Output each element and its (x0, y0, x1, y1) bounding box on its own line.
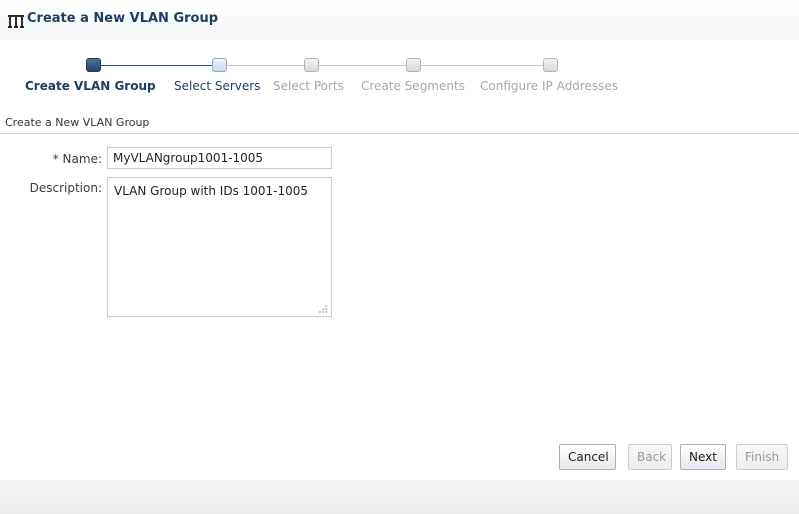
cancel-button[interactable]: Cancel (559, 444, 616, 470)
train-connector (101, 65, 212, 66)
dialog-title: Create a New VLAN Group (27, 11, 219, 26)
name-label: * Name: (20, 152, 102, 166)
back-button[interactable]: Back (628, 444, 672, 470)
train-stop-select-servers[interactable] (212, 58, 227, 72)
vlan-group-icon (8, 15, 24, 28)
train-connector (227, 65, 304, 66)
train-label-select-ports: Select Ports (273, 79, 344, 93)
name-label-text: Name: (62, 152, 102, 166)
train-stop-create-vlan-group (86, 58, 101, 72)
section-title: Create a New VLAN Group (5, 116, 150, 129)
train-label-create-vlan-group: Create VLAN Group (25, 79, 156, 93)
train-stop-configure-ip (543, 58, 558, 72)
finish-button[interactable]: Finish (736, 444, 788, 470)
wizard-train: Create VLAN Group Select Servers Select … (0, 50, 799, 100)
section-header: Create a New VLAN Group (0, 110, 799, 134)
train-label-select-servers[interactable]: Select Servers (174, 79, 260, 93)
train-label-create-segments: Create Segments (361, 79, 465, 93)
description-label: Description: (29, 181, 102, 195)
train-label-configure-ip: Configure IP Addresses (480, 79, 618, 93)
next-button[interactable]: Next (680, 444, 726, 470)
dialog-header: Create a New VLAN Group (0, 0, 799, 40)
name-input[interactable] (107, 147, 332, 169)
train-connector (421, 65, 543, 66)
resize-grip-icon[interactable] (316, 302, 328, 314)
train-connector (319, 65, 406, 66)
dialog-footer (0, 480, 799, 514)
train-stop-create-segments (406, 58, 421, 72)
required-marker: * (52, 152, 59, 166)
train-stop-select-ports (304, 58, 319, 72)
description-textarea[interactable]: VLAN Group with IDs 1001-1005 (107, 177, 332, 317)
